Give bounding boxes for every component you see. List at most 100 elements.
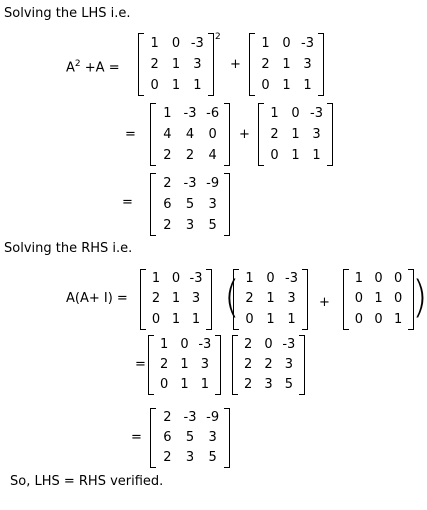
matrix-cell: 1 (171, 311, 181, 327)
matrix: 1 0 -3 2 1 3 0 1 1 (148, 335, 221, 395)
matrix-grid: 1 0 -3 2 1 3 0 1 1 (144, 33, 208, 96)
matrix-cell: 0 (374, 311, 383, 327)
matrix-cell: -3 (285, 271, 298, 287)
matrix-cell: 1 (282, 56, 291, 72)
matrix-cell: 1 (245, 271, 254, 287)
matrix-cell: 3 (193, 56, 202, 72)
matrix-cell: 1 (160, 337, 169, 352)
matrix-cell: 2 (151, 291, 161, 307)
matrix-cell: -3 (183, 410, 197, 425)
matrix-cell: 2 (264, 357, 273, 372)
matrix-cell: 3 (287, 291, 296, 307)
matrix-grid: 2 -3 -9 6 5 3 2 3 5 (156, 173, 224, 236)
matrix-cell: 0 (151, 311, 161, 327)
matrix-cell: 0 (394, 271, 403, 287)
matrix-cell: 5 (284, 377, 293, 392)
matrix-cell: 0 (245, 311, 254, 327)
square-exponent: 2 (215, 32, 221, 42)
matrix-cell: 0 (394, 291, 403, 307)
matrix-cell: 0 (374, 271, 383, 287)
matrix-cell: 1 (180, 377, 189, 392)
matrix-cell: -3 (310, 105, 323, 121)
matrix-cell: 5 (208, 450, 217, 465)
matrix-cell: 1 (266, 311, 275, 327)
matrix-grid: 2 -3 -9 6 5 3 2 3 5 (156, 408, 224, 468)
matrix-cell: -3 (301, 35, 314, 51)
matrix-cell: 1 (150, 35, 159, 51)
matrix-cell: 0 (282, 35, 291, 51)
matrix-cell: 5 (208, 217, 217, 233)
matrix-cell: 0 (171, 271, 181, 287)
matrix-cell: 1 (171, 291, 181, 307)
matrix-cell: -3 (189, 271, 203, 287)
matrix-cell: 1 (291, 147, 300, 163)
matrix-cell: 0 (150, 77, 159, 93)
equals-sign: = (122, 195, 133, 210)
matrix-cell: 1 (394, 311, 403, 327)
matrix: 2 -3 -9 6 5 3 2 3 5 (150, 408, 230, 468)
matrix: 2 0 -3 2 2 3 2 3 5 (232, 335, 305, 395)
matrix-grid: 1 0 -3 2 1 3 0 1 1 (239, 269, 302, 330)
matrix-cell: 2 (163, 147, 172, 163)
plus-sign: + (319, 295, 330, 310)
matrix-cell: 0 (266, 271, 275, 287)
matrix-cell: 0 (160, 377, 169, 392)
matrix-cell: 2 (270, 126, 279, 142)
matrix-cell: 1 (266, 291, 275, 307)
lhs-heading: Solving the LHS i.e. (4, 6, 131, 21)
matrix-cell: -9 (206, 410, 220, 425)
matrix-cell: 3 (264, 377, 273, 392)
matrix-cell: 6 (163, 430, 172, 445)
lhs-expr-a: A (66, 60, 75, 76)
matrix-cell: -3 (183, 175, 197, 191)
matrix-cell: 2 (163, 217, 172, 233)
matrix-cell: 1 (200, 377, 209, 392)
matrix-grid: 1 0 -3 2 1 3 0 1 1 (264, 103, 327, 166)
matrix-cell: 5 (185, 196, 195, 212)
equals-sign: = (131, 430, 142, 445)
matrix-cell: 1 (191, 311, 201, 327)
matrix-cell: 1 (180, 357, 189, 372)
matrix: 1 -3 -6 4 4 0 2 2 4 (150, 103, 230, 166)
matrix-cell: 0 (291, 105, 300, 121)
matrix-cell: 0 (264, 337, 273, 352)
matrix-grid: 1 0 -3 2 1 3 0 1 1 (255, 33, 318, 96)
matrix-cell: -6 (206, 105, 220, 121)
rhs-expression: A(A+ I) = (66, 291, 128, 306)
matrix-cell: -3 (198, 337, 212, 352)
matrix-cell: 1 (163, 105, 172, 121)
matrix-cell: 3 (191, 291, 201, 307)
matrix-cell: -3 (282, 337, 296, 352)
matrix: 1 0 -3 2 1 3 0 1 1 (138, 33, 214, 96)
matrix-cell: 2 (244, 337, 253, 352)
matrix-cell: 0 (270, 147, 279, 163)
matrix-cell: 0 (180, 337, 189, 352)
matrix-cell: 1 (270, 105, 279, 121)
matrix-cell: 1 (171, 77, 181, 93)
matrix-cell: 3 (185, 450, 195, 465)
matrix-cell: 3 (312, 126, 321, 142)
matrix: 2 -3 -9 6 5 3 2 3 5 (150, 173, 230, 236)
plus-sign: + (230, 57, 241, 72)
equals-sign: = (135, 357, 146, 372)
matrix-cell: 3 (208, 430, 217, 445)
matrix: 1 0 -3 2 1 3 0 1 1 (233, 269, 308, 330)
matrix-cell: 2 (244, 357, 253, 372)
matrix-cell: 3 (208, 196, 217, 212)
matrix-cell: 2 (261, 56, 270, 72)
lhs-expr-rest: +A = (80, 60, 120, 76)
matrix-cell: -9 (206, 175, 220, 191)
matrix-cell: 2 (185, 147, 195, 163)
matrix-cell: 6 (163, 196, 172, 212)
matrix: 100010001 (343, 269, 414, 330)
matrix-cell: 1 (303, 77, 312, 93)
matrix-cell: 4 (163, 126, 172, 142)
matrix-cell: 1 (312, 147, 321, 163)
matrix-cell: 5 (185, 430, 195, 445)
matrix-cell: 2 (163, 450, 172, 465)
matrix-cell: 1 (354, 271, 363, 287)
matrix-cell: 1 (287, 311, 296, 327)
lhs-expression: A2 +A = (66, 56, 120, 76)
matrix: 1 0 -3 2 1 3 0 1 1 (258, 103, 333, 166)
equals-sign: = (125, 127, 136, 142)
